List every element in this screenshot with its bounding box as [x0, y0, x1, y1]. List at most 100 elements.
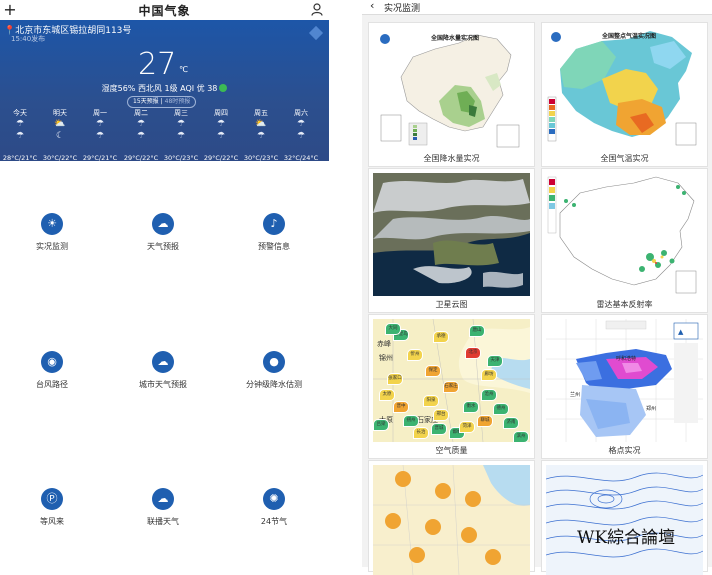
- temperature-map-title: 全国整点气温实况图: [602, 33, 657, 40]
- menu-item[interactable]: ♪ 预警信息: [224, 213, 324, 252]
- menu-item-label: 24节气: [260, 517, 288, 526]
- menu-item-label: 等风来: [40, 517, 64, 526]
- card-label-gridded: 格点实况: [608, 446, 641, 455]
- raindrop-icon: ●: [263, 351, 285, 373]
- menu-item[interactable]: ● 分钟级降水估测: [224, 351, 324, 390]
- map-place-label: 锦州: [379, 354, 393, 362]
- aqi: AQI 优 38: [180, 84, 218, 93]
- card-satellite[interactable]: 卫星云图: [368, 168, 535, 313]
- forecast-day[interactable]: 周三 ☂ ☂ 30°C/23°C: [161, 108, 201, 162]
- aq-marker[interactable]: 长治: [413, 427, 429, 439]
- menu-item[interactable]: ◉ 台风路径: [2, 351, 102, 390]
- aq-marker[interactable]: 晋中: [393, 401, 409, 413]
- weather-badge-icon[interactable]: [308, 25, 324, 41]
- rain-cloud-icon: ☂: [176, 119, 186, 129]
- menu-item[interactable]: ✺ 24节气: [224, 488, 324, 527]
- aq-marker[interactable]: 聊城: [477, 415, 493, 427]
- app-logo: 中国气象: [0, 2, 329, 19]
- aq-marker[interactable]: 阳泉: [423, 395, 439, 407]
- aq-marker[interactable]: 晋城: [431, 423, 447, 435]
- aq-marker[interactable]: 天津: [487, 355, 503, 367]
- menu-item[interactable]: ☁ 天气预报: [113, 213, 213, 252]
- aq-marker[interactable]: 张家口: [387, 373, 403, 385]
- menu-item[interactable]: ☁ 城市天气预报: [113, 351, 213, 390]
- precipitation-map: 全国降水量实况图: [373, 27, 530, 150]
- menu-item[interactable]: ☁ 联播天气: [113, 488, 213, 527]
- tab-48-hour[interactable]: 48时预报: [163, 98, 193, 105]
- aq-marker[interactable]: 菏泽: [459, 421, 475, 433]
- partly-cloudy-icon: ⛅: [255, 119, 267, 129]
- menu-item-label: 预警信息: [258, 242, 290, 251]
- aq-marker[interactable]: 济南: [503, 417, 519, 429]
- rain-cloud-icon: ☂: [15, 119, 25, 129]
- card-label-precipitation: 全国降水量实况: [423, 154, 480, 163]
- aq-marker[interactable]: 沧州: [481, 389, 497, 401]
- aq-marker[interactable]: 滨州: [513, 431, 529, 442]
- rain-cloud-icon: ☂: [15, 131, 25, 141]
- tab-15-day[interactable]: 15天预报: [131, 98, 161, 105]
- aq-marker[interactable]: 保定: [425, 365, 441, 377]
- menu-item-label: 联播天气: [147, 517, 179, 526]
- aq-marker[interactable]: 朔州: [403, 415, 419, 427]
- aq-marker[interactable]: 唐山: [469, 325, 485, 337]
- app-logo-text: 中国气象: [138, 4, 191, 18]
- aq-marker[interactable]: 石家庄: [443, 381, 459, 393]
- card-radar[interactable]: 雷达基本反射率: [541, 168, 708, 313]
- forecast-day[interactable]: 明天 ⛅ ☾ 30°C/22°C: [40, 108, 80, 162]
- card-precipitation[interactable]: 全国降水量实况图 全国降水量实况: [368, 22, 535, 167]
- card-gridded[interactable]: ▲ 呼和浩特 兰州 郑州 格点实况: [541, 314, 708, 459]
- map-place-label: 赤峰: [377, 340, 391, 348]
- card-label-satellite: 卫星云图: [435, 300, 468, 309]
- menu-item-label: 分钟级降水估测: [246, 380, 302, 389]
- map-place-label: 呼和浩特: [616, 356, 637, 362]
- menu-item-label: 台风路径: [36, 380, 68, 389]
- precipitation-map-graphic: [373, 27, 530, 150]
- menu-item[interactable]: ☀ 实况监测: [2, 213, 102, 252]
- forecast-day[interactable]: 周五 ⛅ ☂ 30°C/23°C: [241, 108, 281, 162]
- card-city-map[interactable]: [368, 460, 535, 575]
- cloud-play-icon: ☁: [152, 488, 174, 510]
- forecast-day[interactable]: 周四 ☂ ☂ 29°C/22°C: [201, 108, 241, 162]
- rain-cloud-icon: ☂: [216, 119, 226, 129]
- temperature-unit: ℃: [179, 65, 188, 74]
- forecast-day[interactable]: 周六 ☂ ☂ 32°C/24°C: [281, 108, 321, 162]
- menu-item-label: 实况监测: [36, 242, 68, 251]
- card-air-quality[interactable]: 赤峰锦州太原石家庄 唐山承德秦皇岛北京天津廊坊保定沧州张家口石家庄衡水邢台邯郸济…: [368, 314, 535, 459]
- forecast-day-label: 周六: [294, 109, 308, 117]
- aq-marker[interactable]: 吕梁: [373, 419, 389, 431]
- aq-marker[interactable]: 廊坊: [481, 369, 497, 381]
- aqi-status-icon: [219, 84, 228, 92]
- card-isobar-map[interactable]: [541, 460, 708, 575]
- aq-marker[interactable]: 衡水: [463, 401, 479, 413]
- partly-cloudy-icon: ⛅: [54, 119, 66, 129]
- aq-marker[interactable]: 北京: [465, 347, 481, 359]
- radar-map-graphic: [546, 173, 703, 296]
- back-button[interactable]: ‹: [370, 0, 374, 12]
- forecast-day[interactable]: 今天 ☂ ☂ 28°C/21°C: [0, 108, 40, 162]
- aq-marker[interactable]: 太原: [379, 389, 395, 401]
- forecast-day-label: 周一: [93, 109, 107, 117]
- menu-item-label: 城市天气预报: [139, 380, 187, 389]
- aq-marker[interactable]: 承德: [433, 331, 449, 343]
- aq-marker[interactable]: 德州: [493, 403, 509, 415]
- card-temperature[interactable]: 全国整点气温实况图 全国气温实况: [541, 22, 708, 167]
- aq-marker[interactable]: 忻州: [407, 349, 423, 361]
- rain-cloud-icon: ☂: [216, 131, 226, 141]
- temperature-map: 全国整点气温实况图: [546, 27, 703, 150]
- forecast-temps: 29°C/22°C: [123, 154, 159, 162]
- wind: 西北风 1级: [137, 84, 178, 93]
- forecast-day[interactable]: 周二 ☂ ☂ 29°C/22°C: [121, 108, 161, 162]
- solar-term-icon: ✺: [263, 488, 285, 510]
- forecast-temps: 30°C/23°C: [163, 154, 199, 162]
- gridded-map-graphic: ▲: [546, 319, 703, 442]
- aq-marker[interactable]: 邢台: [433, 409, 449, 421]
- rain-cloud-icon: ☂: [296, 131, 306, 141]
- rain-cloud-icon: ☂: [95, 131, 105, 141]
- weather-panel[interactable]: 📍北京市东城区锡拉胡同113号 15:40发布 27 ℃ 湿度56% 西北风 1…: [0, 20, 329, 162]
- menu-item[interactable]: Ⓟ 等风来: [2, 488, 102, 527]
- forecast-day[interactable]: 周一 ☂ ☂ 29°C/21°C: [80, 108, 120, 162]
- aq-marker[interactable]: 大同: [385, 323, 401, 335]
- precipitation-map-title: 全国降水量实况图: [431, 35, 480, 42]
- user-icon[interactable]: [311, 3, 323, 16]
- forecast-temps: 32°C/24°C: [283, 154, 319, 162]
